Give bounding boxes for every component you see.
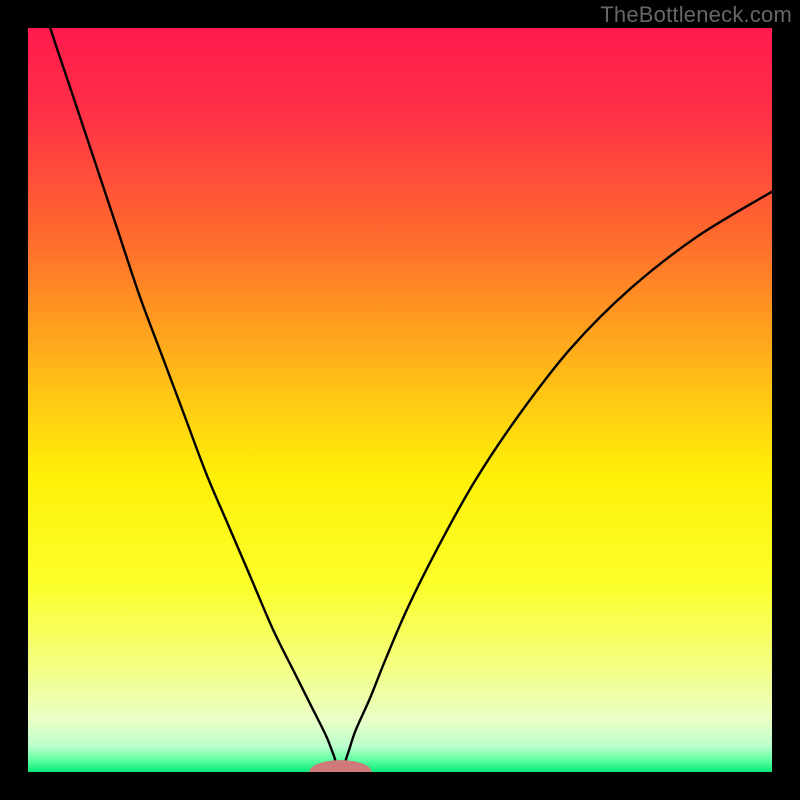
plot-area [28,28,772,772]
chart-root: TheBottleneck.com [0,0,800,800]
watermark-text: TheBottleneck.com [600,2,792,28]
chart-svg [28,28,772,772]
gradient-background [28,28,772,772]
